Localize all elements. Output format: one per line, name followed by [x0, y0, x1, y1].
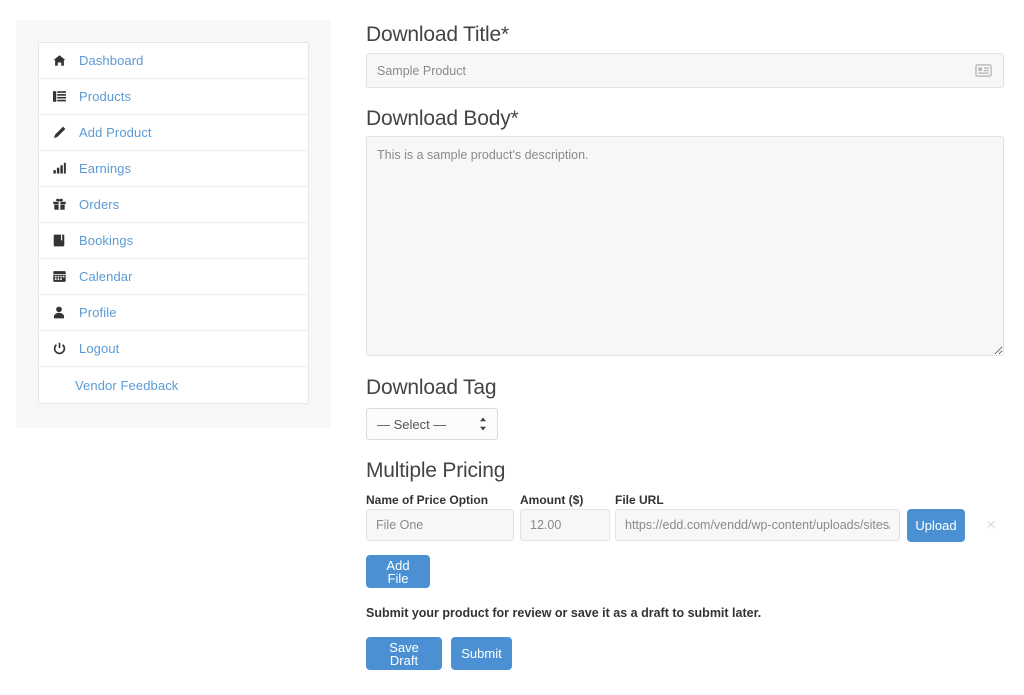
gift-icon — [53, 198, 75, 211]
submit-note: Submit your product for review or save i… — [366, 606, 762, 620]
power-off-icon — [53, 342, 75, 355]
home-icon — [53, 54, 75, 67]
sidebar-item-logout[interactable]: Logout — [39, 331, 308, 367]
sidebar-item-products[interactable]: Products — [39, 79, 308, 115]
download-tag-label: Download Tag — [366, 376, 497, 399]
column-header-url: File URL — [615, 493, 664, 507]
download-body-textarea[interactable] — [366, 136, 1004, 356]
download-body-field-wrap — [366, 136, 1004, 361]
sidebar-item-profile[interactable]: Profile — [39, 295, 308, 331]
user-icon — [53, 306, 75, 319]
sidebar-panel: Dashboard Products Add Product Earnings — [16, 20, 331, 428]
download-title-field-wrap — [366, 53, 1004, 88]
download-tag-field-wrap: — Select — — [366, 408, 498, 440]
sidebar-item-label: Orders — [79, 197, 120, 212]
sidebar-item-label: Bookings — [79, 233, 134, 248]
download-tag-select[interactable]: — Select — — [366, 408, 498, 440]
sidebar-item-dashboard[interactable]: Dashboard — [39, 43, 308, 79]
sidebar-item-label: Profile — [79, 305, 117, 320]
price-amount-input[interactable] — [520, 509, 610, 541]
sidebar-item-label: Calendar — [79, 269, 133, 284]
sidebar-item-earnings[interactable]: Earnings — [39, 151, 308, 187]
pricing-row: Upload × — [366, 509, 1024, 543]
column-header-name: Name of Price Option — [366, 493, 489, 507]
sidebar-item-label: Vendor Feedback — [75, 377, 179, 393]
sidebar-item-calendar[interactable]: Calendar — [39, 259, 308, 295]
book-icon — [53, 234, 75, 247]
download-title-label: Download Title* — [366, 23, 509, 46]
download-title-input[interactable] — [366, 53, 1004, 88]
remove-row-icon[interactable]: × — [986, 516, 996, 533]
save-draft-button[interactable]: Save Draft — [366, 637, 442, 670]
upload-button[interactable]: Upload — [907, 509, 965, 542]
column-header-amount: Amount ($) — [520, 493, 584, 507]
calendar-icon — [53, 270, 75, 283]
sidebar-item-label: Logout — [79, 341, 120, 356]
sidebar-item-vendor-feedback[interactable]: Vendor Feedback — [39, 367, 308, 403]
bar-chart-icon — [53, 162, 75, 175]
multiple-pricing-label: Multiple Pricing — [366, 459, 506, 482]
list-icon — [53, 90, 75, 103]
price-option-name-input[interactable] — [366, 509, 514, 541]
sidebar-item-add-product[interactable]: Add Product — [39, 115, 308, 151]
sidebar-item-label: Products — [79, 89, 132, 104]
download-body-label: Download Body* — [366, 107, 519, 130]
page-root: Dashboard Products Add Product Earnings — [0, 0, 1024, 695]
sidebar-nav-list: Dashboard Products Add Product Earnings — [38, 42, 309, 404]
sidebar-item-label: Dashboard — [79, 53, 144, 68]
submit-button[interactable]: Submit — [451, 637, 512, 670]
sidebar-item-orders[interactable]: Orders — [39, 187, 308, 223]
file-url-input[interactable] — [615, 509, 900, 541]
sidebar-item-bookings[interactable]: Bookings — [39, 223, 308, 259]
add-file-button[interactable]: Add File — [366, 555, 430, 588]
pencil-icon — [53, 126, 75, 139]
sidebar-item-label: Add Product — [79, 125, 152, 140]
sidebar-item-label: Earnings — [79, 161, 132, 176]
